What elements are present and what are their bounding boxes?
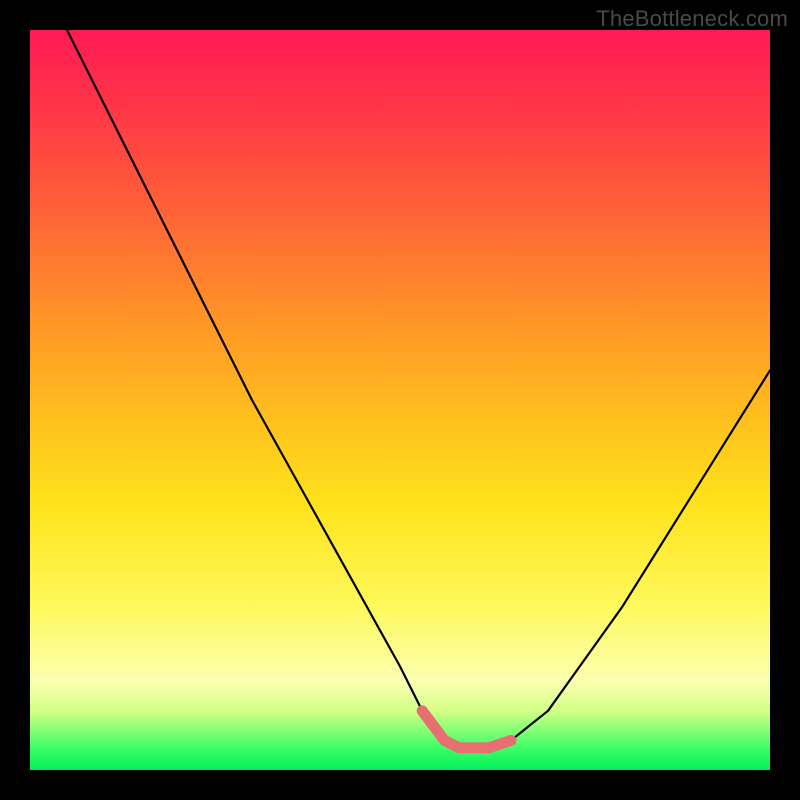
bottleneck-curve-svg <box>30 30 770 770</box>
watermark-text: TheBottleneck.com <box>596 6 788 32</box>
chart-plot-area <box>30 30 770 770</box>
trough-highlight <box>422 711 511 748</box>
bottleneck-curve <box>67 30 770 748</box>
chart-frame: TheBottleneck.com <box>0 0 800 800</box>
